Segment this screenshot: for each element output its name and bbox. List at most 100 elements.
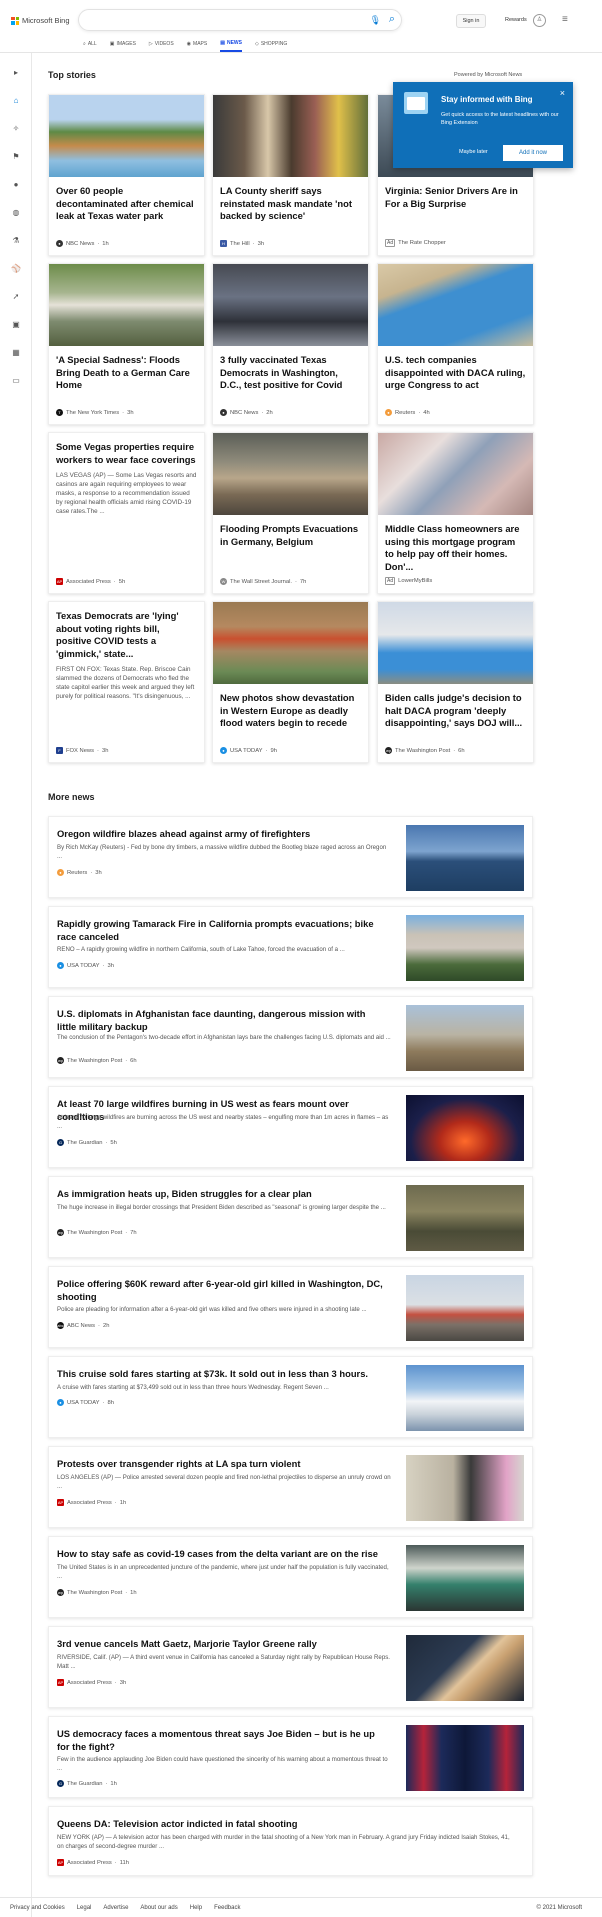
close-icon[interactable]: × bbox=[560, 88, 565, 98]
story-title[interactable]: LA County sheriff says reinstated mask m… bbox=[220, 185, 361, 223]
news-item[interactable]: 3rd venue cancels Matt Gaetz, Marjorie T… bbox=[48, 1626, 533, 1708]
footer-link-about-ads[interactable]: About our ads bbox=[140, 1905, 177, 1911]
story-card[interactable]: U.S. tech companies disappointed with DA… bbox=[377, 263, 534, 425]
news-title[interactable]: Police offering $60K reward after 6-year… bbox=[57, 1277, 387, 1303]
story-card-ad[interactable]: Middle Class homeowners are using this m… bbox=[377, 432, 534, 594]
story-title[interactable]: U.S. tech companies disappointed with DA… bbox=[385, 354, 526, 392]
scope-tabs: ⌕ ALL ▣ IMAGES ▷ VIDEOS ◉ MAPS ▤ NEWS ◇ SHOPPI… bbox=[83, 40, 287, 52]
video-icon[interactable]: ▣ bbox=[10, 319, 22, 331]
news-item[interactable]: Queens DA: Television actor indicted in … bbox=[48, 1806, 533, 1876]
globe-icon[interactable]: ◍ bbox=[10, 207, 22, 219]
ap-logo-icon: AP bbox=[57, 1859, 64, 1866]
news-source: AP Associated Press · 1h bbox=[57, 1499, 127, 1506]
rocket-icon[interactable]: ➚ bbox=[10, 291, 22, 303]
story-desc: FIRST ON FOX: Texas State. Rep. Briscoe … bbox=[56, 666, 195, 700]
story-card[interactable]: Some Vegas properties require workers to… bbox=[48, 432, 205, 594]
story-source: Ad LowerMyBills bbox=[385, 577, 433, 585]
news-title[interactable]: US democracy faces a momentous threat sa… bbox=[57, 1727, 387, 1753]
nbc-logo-icon: ● bbox=[56, 240, 63, 247]
tab-videos[interactable]: ▷ VIDEOS bbox=[149, 40, 174, 52]
maybe-later-button[interactable]: Maybe later bbox=[459, 149, 488, 155]
news-item[interactable]: Protests over transgender rights at LA s… bbox=[48, 1446, 533, 1528]
trophy-icon[interactable]: ♙ bbox=[533, 14, 546, 27]
news-desc: The United States is in an unprecedented… bbox=[57, 1564, 389, 1580]
sports-icon[interactable]: ⚾ bbox=[10, 263, 22, 275]
footer-link-feedback[interactable]: Feedback bbox=[214, 1905, 240, 1911]
flag-icon[interactable]: ⚑ bbox=[10, 151, 22, 163]
story-card[interactable]: Over 60 people decontaminated after chem… bbox=[48, 94, 205, 256]
add-it-now-button[interactable]: Add it now bbox=[503, 145, 563, 161]
wapo-logo-icon: wp bbox=[57, 1057, 64, 1064]
more-news-title: More news bbox=[48, 792, 95, 802]
home-icon[interactable]: ⌂ bbox=[10, 95, 22, 107]
tab-shopping[interactable]: ◇ SHOPPING bbox=[255, 40, 287, 52]
tab-all[interactable]: ⌕ ALL bbox=[83, 40, 97, 52]
news-title[interactable]: U.S. diplomats in Afghanistan face daunt… bbox=[57, 1007, 387, 1033]
footer-link-legal[interactable]: Legal bbox=[77, 1905, 92, 1911]
footer-link-help[interactable]: Help bbox=[190, 1905, 202, 1911]
story-title[interactable]: Some Vegas properties require workers to… bbox=[56, 441, 197, 466]
news-item[interactable]: This cruise sold fares starting at $73k.… bbox=[48, 1356, 533, 1438]
news-title[interactable]: Rapidly growing Tamarack Fire in Califor… bbox=[57, 917, 387, 943]
tab-news[interactable]: ▤ NEWS bbox=[220, 40, 242, 52]
news-item[interactable]: Rapidly growing Tamarack Fire in Califor… bbox=[48, 906, 533, 988]
news-item[interactable]: How to stay safe as covid-19 cases from … bbox=[48, 1536, 533, 1618]
tab-maps[interactable]: ◉ MAPS bbox=[187, 40, 208, 52]
science-icon[interactable]: ⚗ bbox=[10, 235, 22, 247]
story-title[interactable]: Flooding Prompts Evacuations in Germany,… bbox=[220, 523, 361, 548]
news-item[interactable]: U.S. diplomats in Afghanistan face daunt… bbox=[48, 996, 533, 1078]
extension-illustration-icon bbox=[404, 92, 428, 114]
story-title[interactable]: Virginia: Senior Drivers Are in For a Bi… bbox=[385, 185, 526, 210]
story-card[interactable]: 3 fully vaccinated Texas Democrats in Wa… bbox=[212, 263, 369, 425]
news-title[interactable]: Queens DA: Television actor indicted in … bbox=[57, 1817, 517, 1830]
search-icon[interactable]: ⌕ bbox=[389, 13, 395, 26]
footer: Privacy and Cookies Legal Advertise Abou… bbox=[0, 1897, 602, 1917]
news-title[interactable]: How to stay safe as covid-19 cases from … bbox=[57, 1547, 387, 1560]
the-hill-logo-icon: H bbox=[220, 240, 227, 247]
news-title[interactable]: 3rd venue cancels Matt Gaetz, Marjorie T… bbox=[57, 1637, 387, 1650]
news-title[interactable]: This cruise sold fares starting at $73k.… bbox=[57, 1367, 387, 1380]
rewards-link[interactable]: Rewards bbox=[505, 17, 527, 23]
card-icon[interactable]: ▭ bbox=[10, 375, 22, 387]
news-item[interactable]: As immigration heats up, Biden struggles… bbox=[48, 1176, 533, 1258]
story-title[interactable]: Texas Democrats are 'lying' about voting… bbox=[56, 610, 197, 660]
guardian-logo-icon: G bbox=[57, 1139, 64, 1146]
story-card[interactable]: Biden calls judge's decision to halt DAC… bbox=[377, 601, 534, 763]
story-title[interactable]: Middle Class homeowners are using this m… bbox=[385, 523, 526, 573]
money-icon[interactable]: ▦ bbox=[10, 347, 22, 359]
news-title[interactable]: Oregon wildfire blazes ahead against arm… bbox=[57, 827, 387, 840]
story-card[interactable]: New photos show devastation in Western E… bbox=[212, 601, 369, 763]
news-item[interactable]: US democracy faces a momentous threat sa… bbox=[48, 1716, 533, 1798]
news-desc: LOS ANGELES (AP) — Police arrested sever… bbox=[57, 1474, 391, 1490]
footer-link-advertise[interactable]: Advertise bbox=[103, 1905, 128, 1911]
bing-logo[interactable]: Microsoft Bing bbox=[11, 16, 70, 25]
story-title[interactable]: Over 60 people decontaminated after chem… bbox=[56, 185, 197, 223]
story-card[interactable]: LA County sheriff says reinstated mask m… bbox=[212, 94, 369, 256]
story-title[interactable]: 3 fully vaccinated Texas Democrats in Wa… bbox=[220, 354, 361, 392]
sign-in-button[interactable]: Sign in bbox=[456, 14, 486, 28]
news-title[interactable]: Protests over transgender rights at LA s… bbox=[57, 1457, 387, 1470]
story-title[interactable]: 'A Special Sadness': Floods Bring Death … bbox=[56, 354, 197, 392]
sparkle-icon[interactable]: ✧ bbox=[10, 123, 22, 135]
microphone-icon[interactable]: 🎙 bbox=[370, 15, 381, 26]
story-title[interactable]: Biden calls judge's decision to halt DAC… bbox=[385, 692, 526, 730]
news-item[interactable]: Oregon wildfire blazes ahead against arm… bbox=[48, 816, 533, 898]
news-item[interactable]: Police offering $60K reward after 6-year… bbox=[48, 1266, 533, 1348]
search-input[interactable]: 🎙 ⌕ bbox=[78, 9, 402, 31]
tab-images[interactable]: ▣ IMAGES bbox=[110, 40, 136, 52]
news-source: ● USA TODAY · 8h bbox=[57, 1399, 114, 1406]
story-title[interactable]: New photos show devastation in Western E… bbox=[220, 692, 361, 730]
news-title[interactable]: As immigration heats up, Biden struggles… bbox=[57, 1187, 387, 1200]
brand-name: Microsoft Bing bbox=[22, 16, 70, 25]
footer-link-privacy[interactable]: Privacy and Cookies bbox=[10, 1905, 65, 1911]
menu-icon[interactable]: ≡ bbox=[562, 15, 572, 25]
header: Microsoft Bing 🎙 ⌕ Sign in Rewards ♙ ≡ bbox=[0, 0, 602, 36]
news-desc: By Rich McKay (Reuters) - Fed by bone dr… bbox=[57, 844, 387, 860]
story-card[interactable]: Flooding Prompts Evacuations in Germany,… bbox=[212, 432, 369, 594]
news-item[interactable]: At least 70 large wildfires burning in U… bbox=[48, 1086, 533, 1168]
story-card[interactable]: 'A Special Sadness': Floods Bring Death … bbox=[48, 263, 205, 425]
expand-icon[interactable]: ▸ bbox=[10, 67, 22, 79]
story-card[interactable]: Texas Democrats are 'lying' about voting… bbox=[48, 601, 205, 763]
news-image bbox=[406, 1455, 524, 1521]
pin-icon[interactable]: ● bbox=[10, 179, 22, 191]
